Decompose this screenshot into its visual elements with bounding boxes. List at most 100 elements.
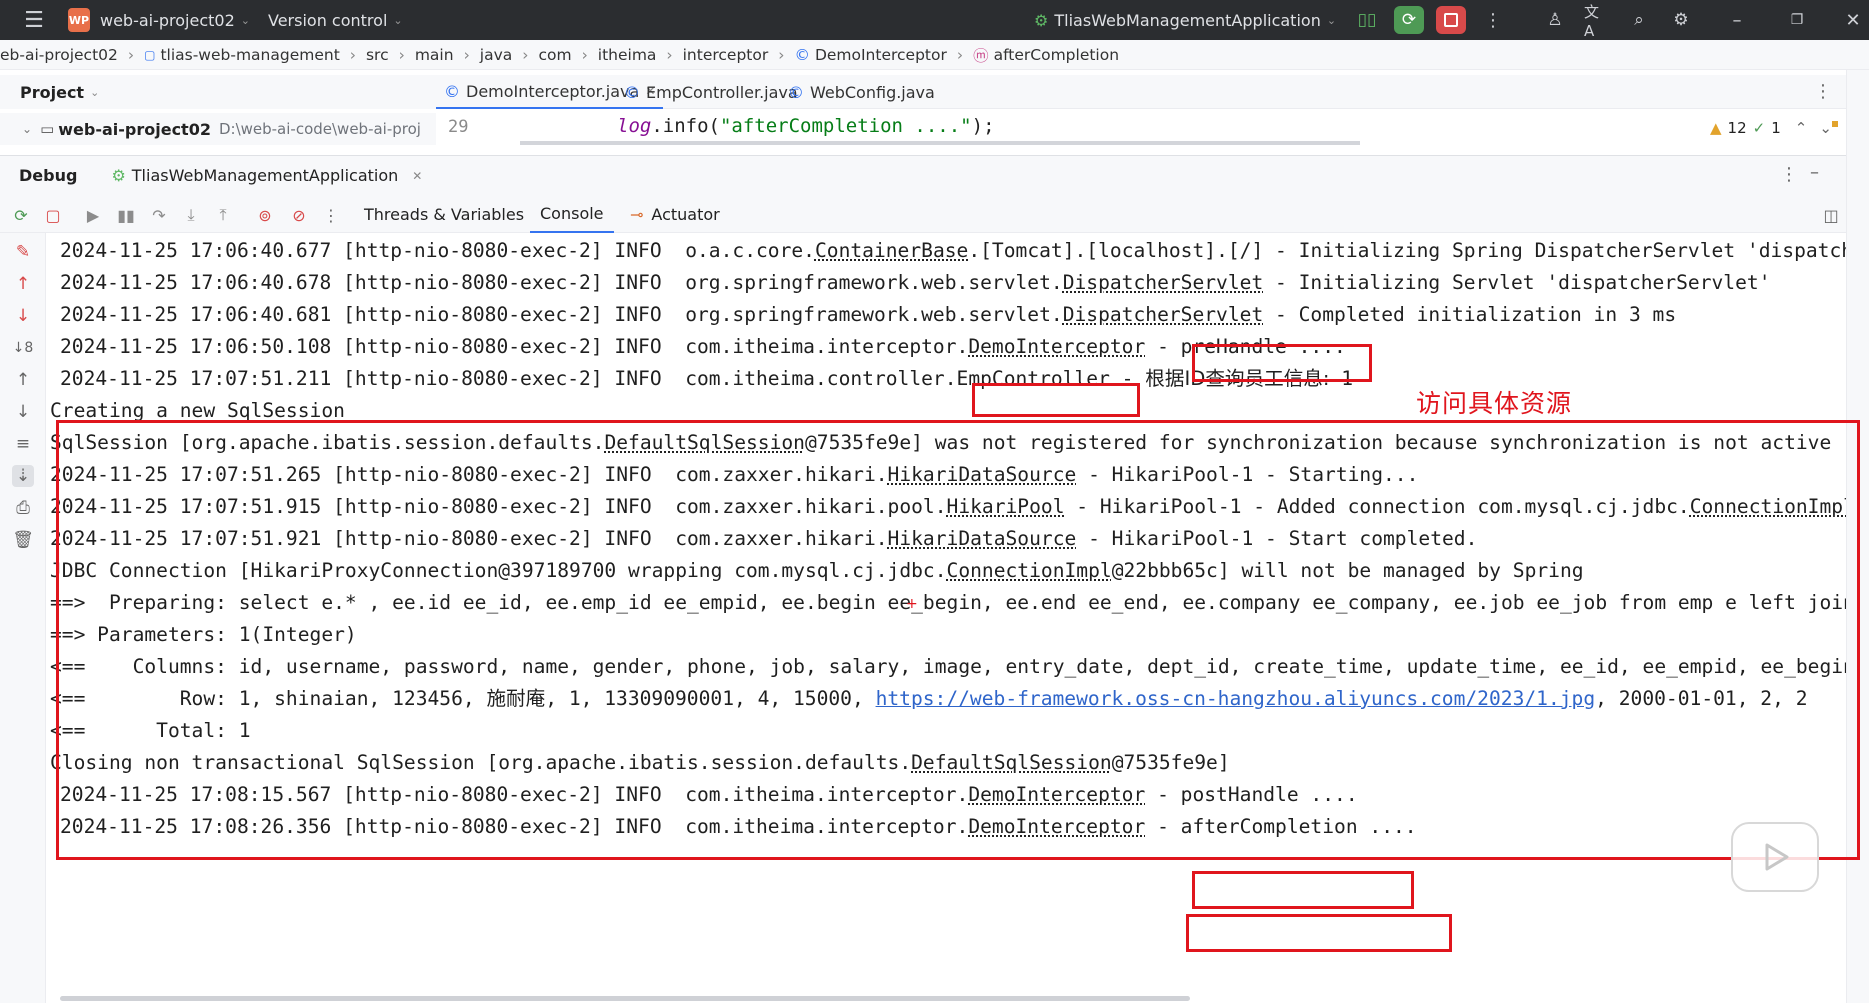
up-icon[interactable]: ↑: [12, 369, 34, 391]
tab-empcontroller[interactable]: © EmpController.java: [616, 75, 806, 109]
sort-icon[interactable]: ↓8: [12, 337, 34, 359]
chevron-right-icon: ›: [127, 45, 135, 64]
breadcrumb: eb-ai-project02 › ▢ tlias-web-management …: [0, 40, 1869, 70]
rerun-debug-icon[interactable]: ⟳: [1394, 6, 1424, 34]
chevron-down-icon: ⌄: [22, 122, 33, 136]
line-number: 29: [448, 117, 469, 137]
debug-title: Debug: [19, 166, 78, 185]
code-editor[interactable]: 29 log.info("afterCompletion ...."); ▲ 12…: [436, 113, 1846, 145]
breadcrumb-item[interactable]: itheima: [598, 46, 657, 64]
pause-icon[interactable]: ▯▯: [1356, 8, 1378, 32]
breadcrumb-item[interactable]: interceptor: [683, 46, 769, 64]
project-badge: WP: [68, 8, 90, 32]
log-line: 2024-11-25 17:06:40.678 [http-nio-8080-e…: [60, 271, 1771, 294]
more-vertical-icon[interactable]: ⋮: [320, 204, 342, 226]
chevron-down-icon[interactable]: ⌄: [1819, 119, 1832, 137]
hamburger-menu-icon[interactable]: ☰: [22, 8, 46, 33]
tab-actuator[interactable]: ⊸ Actuator: [630, 195, 720, 233]
close-icon[interactable]: ✕: [412, 169, 422, 183]
trash-icon[interactable]: 🗑: [12, 529, 34, 551]
class-icon: ©: [624, 82, 640, 102]
debug-toolbar: ⟳ ▢ ▶ ▮▮ ↷ ⤓ ⤒ ⊚ ⊘ ⋮ Threads & Variables…: [0, 195, 1846, 233]
mute-breakpoints-icon[interactable]: ⊘: [288, 204, 310, 226]
version-control-label: Version control: [268, 10, 388, 30]
layout-icon[interactable]: ◫: [1820, 204, 1842, 226]
print-icon[interactable]: ⎙: [12, 497, 34, 519]
down-icon[interactable]: ↓: [12, 401, 34, 423]
step-into-icon[interactable]: ⤓: [180, 204, 202, 226]
more-vertical-icon[interactable]: ⋮: [1814, 81, 1832, 102]
chevron-up-icon[interactable]: ⌃: [1795, 119, 1808, 137]
settings-icon[interactable]: ⚙: [1670, 8, 1692, 32]
breadcrumb-item[interactable]: com: [538, 46, 571, 64]
log-line: 2024-11-25 17:06:40.681 [http-nio-8080-e…: [60, 303, 1677, 326]
chevron-right-icon: ›: [463, 45, 470, 64]
resume-icon[interactable]: ▶: [82, 204, 104, 226]
annotation-label: 访问具体资源: [1416, 389, 1573, 418]
pause-icon[interactable]: ▮▮: [115, 204, 137, 226]
play-icon: [1765, 843, 1789, 871]
translate-icon[interactable]: 文A: [1584, 3, 1608, 40]
breadcrumb-item[interactable]: ⓜ afterCompletion: [973, 44, 1119, 66]
project-switcher[interactable]: web-ai-project02 ⌄: [100, 0, 250, 40]
chevron-right-icon: ›: [956, 45, 964, 64]
soft-wrap-icon[interactable]: ≡: [12, 433, 34, 455]
minimize-icon[interactable]: –: [1726, 8, 1748, 32]
debug-panel-header: Debug ⚙ TliasWebManagementApplication ✕ …: [0, 155, 1846, 195]
arrow-up-icon[interactable]: ↑: [12, 273, 34, 295]
scroll-to-end-icon[interactable]: ⇣: [12, 465, 34, 487]
project-tree-root[interactable]: ⌄ ▭ web-ai-project02 D:\web-ai-code\web-…: [0, 113, 440, 145]
search-icon[interactable]: ⌕: [1628, 8, 1650, 32]
module-icon: ▢: [144, 47, 156, 62]
project-panel-header[interactable]: Project ⌄: [0, 75, 440, 109]
spring-run-icon: ⚙: [1034, 10, 1049, 30]
title-bar: ☰ WP web-ai-project02 ⌄ Version control …: [0, 0, 1869, 40]
chevron-down-icon: ⌄: [1326, 13, 1337, 27]
step-out-icon[interactable]: ⤒: [212, 204, 234, 226]
highlight-aftercompletion: [1186, 914, 1452, 952]
project-name: web-ai-project02: [100, 10, 235, 30]
close-window-icon[interactable]: ✕: [1842, 8, 1864, 32]
view-breakpoints-icon[interactable]: ⊚: [254, 204, 276, 226]
tab-console[interactable]: Console: [530, 195, 614, 233]
breadcrumb-item[interactable]: ▢ tlias-web-management: [144, 46, 340, 64]
chevron-right-icon: ›: [666, 45, 673, 64]
breadcrumb-item[interactable]: src: [366, 46, 389, 64]
video-player-button[interactable]: [1731, 822, 1819, 892]
tab-threads-variables[interactable]: Threads & Variables: [364, 195, 524, 233]
clear-marker-icon[interactable]: ✎: [12, 241, 34, 263]
inspection-widget[interactable]: ▲ 12 ✓ 1 ⌃ ⌄: [1710, 119, 1832, 137]
account-icon[interactable]: ♙: [1544, 8, 1566, 32]
stop-button[interactable]: [1436, 6, 1466, 34]
editor-scrollbar[interactable]: [520, 141, 1360, 145]
run-config-name: TliasWebManagementApplication: [1054, 10, 1321, 30]
breadcrumb-item[interactable]: java: [480, 46, 512, 64]
breadcrumb-item[interactable]: eb-ai-project02: [0, 46, 118, 64]
stop-icon: [1444, 13, 1458, 27]
step-over-icon[interactable]: ↷: [148, 204, 170, 226]
warning-icon: ▲: [1710, 119, 1722, 137]
console-horizontal-scrollbar[interactable]: [60, 996, 1190, 1001]
restore-window-icon[interactable]: ❐: [1786, 8, 1808, 32]
console-side-toolbar: ✎ ↑ ↓ ↓8 ↑ ↓ ≡ ⇣ ⎙ 🗑: [0, 233, 46, 1003]
class-icon: ©: [788, 82, 804, 102]
log-line: 2024-11-25 17:06:50.108 [http-nio-8080-e…: [60, 335, 1346, 358]
stop-icon[interactable]: ▢: [42, 204, 64, 226]
more-vertical-icon[interactable]: ⋮: [1484, 8, 1502, 32]
highlight-posthandle: [1192, 871, 1414, 909]
version-control-menu[interactable]: Version control ⌄: [268, 0, 403, 40]
minimize-panel-icon[interactable]: –: [1810, 162, 1819, 183]
debug-session-tab[interactable]: ⚙ TliasWebManagementApplication ✕: [111, 166, 422, 185]
log-line: 2024-11-25 17:06:40.677 [http-nio-8080-e…: [60, 239, 1846, 262]
class-icon: ©: [794, 45, 810, 64]
highlight-prehandle: [1192, 344, 1372, 382]
run-config-selector[interactable]: ⚙ TliasWebManagementApplication ⌄: [1034, 0, 1336, 40]
rerun-icon[interactable]: ⟳: [10, 204, 32, 226]
spring-run-icon: ⚙: [111, 166, 126, 185]
breadcrumb-item[interactable]: © DemoInterceptor: [794, 46, 946, 64]
tab-webconfig[interactable]: © WebConfig.java: [780, 75, 943, 109]
breadcrumb-item[interactable]: main: [415, 46, 454, 64]
method-icon: ⓜ: [973, 46, 989, 65]
arrow-down-icon[interactable]: ↓: [12, 305, 34, 327]
more-vertical-icon[interactable]: ⋮: [1780, 164, 1798, 185]
